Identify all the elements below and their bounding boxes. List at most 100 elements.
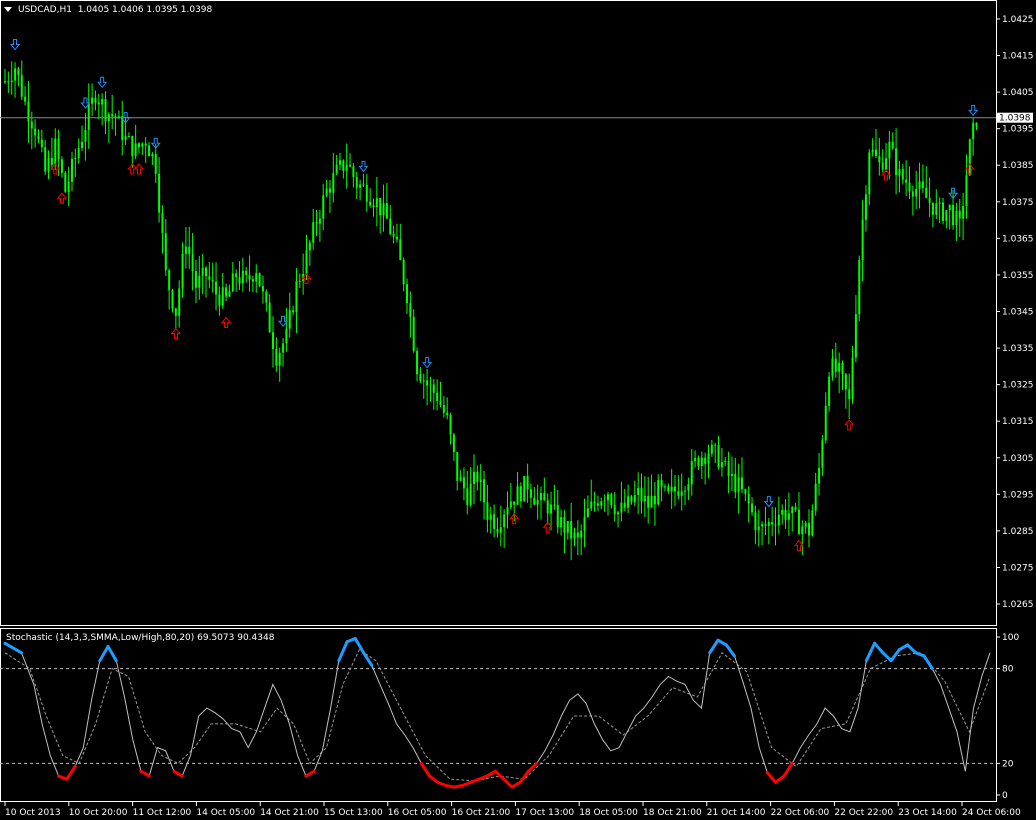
price-label: 1.0385 bbox=[1002, 161, 1034, 171]
time-label: 16 Oct 05:00 bbox=[388, 808, 447, 818]
candle-body bbox=[942, 202, 944, 221]
indicator-level-label: 20 bbox=[1002, 759, 1014, 769]
candle-body bbox=[841, 362, 844, 375]
chart-canvas[interactable]: 1.0425 1.0415 1.0405 1.0395 1.0385 1.0375 1.03… bbox=[0, 0, 1036, 820]
candle-body bbox=[241, 270, 244, 284]
candle-body bbox=[201, 267, 204, 276]
candle-body bbox=[633, 494, 636, 503]
candle-body bbox=[536, 500, 539, 505]
candle-body bbox=[540, 493, 542, 501]
candle-body bbox=[968, 139, 971, 176]
candle-body bbox=[503, 514, 506, 528]
stoch-extreme bbox=[864, 641, 877, 663]
candle-body bbox=[379, 198, 382, 216]
candle-body bbox=[948, 204, 951, 211]
candle-body bbox=[858, 259, 861, 315]
candle-body bbox=[777, 514, 780, 526]
candle-body bbox=[67, 181, 70, 192]
candle-body bbox=[761, 524, 764, 527]
candle-body bbox=[550, 504, 553, 514]
candle-body bbox=[918, 181, 921, 189]
candle-body bbox=[436, 392, 439, 401]
price-label: 1.0305 bbox=[1002, 454, 1034, 464]
candle-body bbox=[717, 444, 720, 468]
candle-body bbox=[797, 509, 800, 535]
price-label: 1.0395 bbox=[1002, 125, 1034, 135]
candle-body bbox=[57, 138, 60, 160]
indicator-axis: 100 80 20 0 bbox=[996, 633, 1019, 801]
candle-body bbox=[650, 495, 653, 508]
candle-body bbox=[600, 501, 603, 506]
candle-body bbox=[94, 97, 97, 103]
candle-body bbox=[178, 288, 181, 316]
sell-arrow-icon bbox=[968, 104, 979, 117]
candle-body bbox=[603, 500, 606, 502]
candle-body bbox=[747, 493, 750, 504]
candle-body bbox=[613, 505, 616, 515]
candle-body bbox=[700, 457, 703, 467]
candle-body bbox=[895, 148, 898, 176]
candle-body bbox=[429, 384, 432, 386]
candle-body bbox=[962, 206, 965, 219]
candle-body bbox=[653, 495, 656, 505]
candle-body bbox=[312, 222, 315, 243]
candle-body bbox=[757, 526, 760, 531]
candle-body bbox=[643, 496, 646, 502]
candle-body bbox=[81, 141, 84, 149]
candle-body bbox=[791, 506, 794, 514]
candle-body bbox=[459, 477, 462, 481]
candle-body bbox=[787, 513, 790, 520]
candle-body bbox=[741, 477, 743, 490]
candle-body bbox=[707, 453, 710, 464]
candle-body bbox=[71, 158, 73, 182]
candle-body bbox=[972, 122, 975, 140]
stoch-extreme bbox=[172, 769, 184, 778]
candle-body bbox=[64, 172, 67, 192]
candle-body bbox=[519, 486, 522, 502]
candle-body bbox=[50, 158, 53, 165]
candle-body bbox=[516, 486, 519, 505]
candle-body bbox=[17, 68, 20, 76]
candle-body bbox=[630, 496, 633, 503]
candle-body bbox=[218, 294, 221, 306]
candle-body bbox=[640, 487, 643, 502]
buy-arrow-icon bbox=[793, 539, 804, 552]
time-label: 15 Oct 13:00 bbox=[324, 808, 383, 818]
stoch-extreme bbox=[98, 644, 110, 663]
candle-body bbox=[566, 521, 569, 533]
candle-body bbox=[489, 514, 492, 520]
candle-body bbox=[141, 143, 144, 148]
candle-body bbox=[784, 509, 787, 520]
candle-body bbox=[965, 175, 968, 207]
time-label: 23 Oct 14:00 bbox=[898, 808, 957, 818]
candle-body bbox=[322, 195, 325, 219]
stoch-extreme bbox=[427, 774, 440, 784]
candle-body bbox=[727, 460, 730, 476]
candle-body bbox=[737, 477, 740, 493]
candle-body bbox=[215, 281, 218, 295]
candle-body bbox=[14, 68, 17, 81]
candle-body bbox=[647, 496, 650, 508]
candle-body bbox=[369, 201, 372, 206]
candle-body bbox=[623, 502, 626, 508]
candle-body bbox=[945, 210, 948, 221]
candle-body bbox=[345, 164, 348, 171]
time-label: 14 Oct 21:00 bbox=[260, 808, 319, 818]
stoch-extreme bbox=[881, 651, 893, 663]
stoch-extreme bbox=[922, 654, 934, 671]
candle-body bbox=[261, 285, 264, 292]
candle-body bbox=[898, 169, 901, 176]
candles-layer bbox=[4, 60, 978, 561]
candle-body bbox=[523, 476, 526, 502]
buy-arrow-icon bbox=[56, 192, 67, 204]
candle-body bbox=[245, 270, 248, 276]
candle-body bbox=[164, 233, 167, 271]
candle-body bbox=[921, 181, 924, 188]
candle-body bbox=[674, 486, 676, 492]
candle-body bbox=[84, 130, 87, 142]
sell-arrow-icon bbox=[278, 315, 289, 327]
candle-body bbox=[583, 516, 586, 531]
candle-body bbox=[466, 488, 469, 505]
time-axis: 10 Oct 2013 10 Oct 20:00 11 Oct 12:00 14 Oc… bbox=[4, 802, 1021, 818]
candle-body bbox=[935, 203, 938, 215]
